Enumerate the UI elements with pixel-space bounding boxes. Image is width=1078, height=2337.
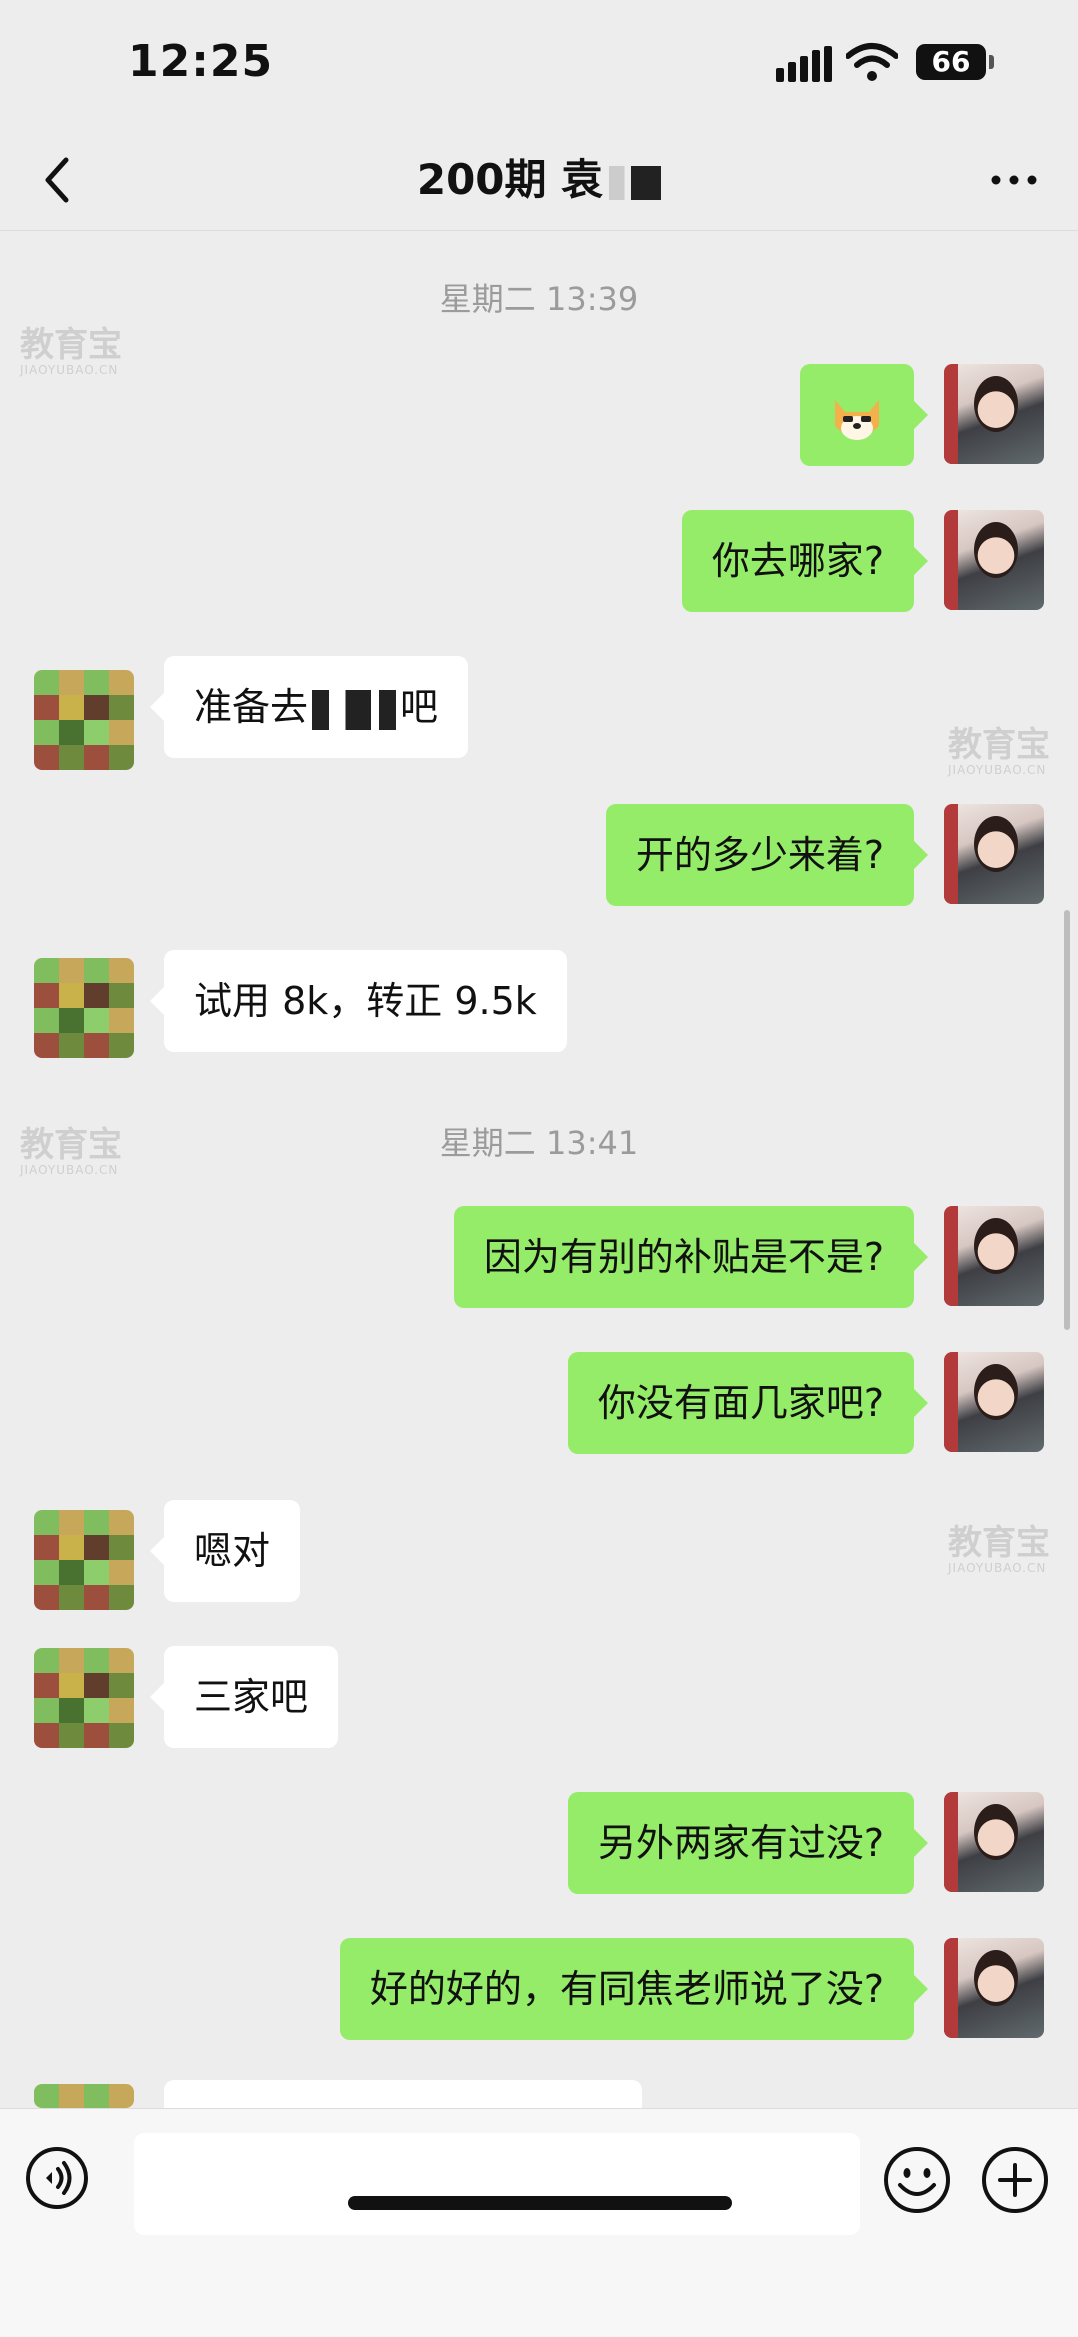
- signal-icon: [776, 46, 834, 82]
- my-avatar[interactable]: [944, 1206, 1044, 1306]
- my-avatar[interactable]: [944, 364, 1044, 464]
- my-avatar[interactable]: [944, 510, 1044, 610]
- watermark: 教育宝JIAOYUBAO.CN: [20, 325, 122, 377]
- my-avatar[interactable]: [944, 804, 1044, 904]
- chat-header: 200期 袁: [0, 130, 1078, 231]
- message-text: 准备去: [194, 685, 309, 729]
- contact-avatar[interactable]: [34, 670, 134, 770]
- message-bubble-out[interactable]: 开的多少来着?: [605, 804, 929, 906]
- timestamp: 星期二 13:39: [439, 280, 639, 318]
- watermark: 教育宝JIAOYUBAO.CN: [948, 1523, 1050, 1575]
- battery-indicator: 66: [916, 44, 986, 80]
- message-bubble-out[interactable]: 你没有面几家吧?: [567, 1352, 929, 1454]
- redacted-text-mark: [312, 689, 397, 730]
- more-icon[interactable]: [984, 150, 1044, 210]
- status-time: 12:25: [128, 36, 274, 87]
- message-bubble-in[interactable]: 准备去 吧: [149, 656, 469, 758]
- chat-title-text: 200期 袁: [416, 155, 604, 204]
- wifi-icon: [846, 43, 898, 81]
- watermark: 教育宝JIAOYUBAO.CN: [948, 725, 1050, 777]
- message-bubble-in[interactable]: 三家吧: [149, 1646, 339, 1748]
- my-avatar[interactable]: [944, 1792, 1044, 1892]
- message-bubble-out[interactable]: 你去哪家?: [681, 510, 929, 612]
- contact-avatar[interactable]: [34, 1648, 134, 1748]
- message-bubble-in[interactable]: 嗯对: [149, 1500, 301, 1602]
- battery-tip: [989, 55, 994, 69]
- message-text: 吧: [400, 685, 439, 729]
- watermark: 教育宝JIAOYUBAO.CN: [20, 1125, 122, 1177]
- input-bar: [0, 2108, 1078, 2337]
- my-avatar[interactable]: [944, 1938, 1044, 2038]
- status-bar: 12:25 66: [0, 0, 1078, 130]
- home-indicator[interactable]: [348, 2196, 732, 2210]
- timestamp: 星期二 13:41: [439, 1124, 639, 1162]
- my-avatar[interactable]: [944, 1352, 1044, 1452]
- emoji-icon[interactable]: [882, 2145, 952, 2215]
- contact-avatar[interactable]: [34, 2084, 134, 2108]
- chat-title: 200期 袁: [0, 150, 1078, 210]
- message-bubble-out[interactable]: [800, 364, 928, 466]
- message-bubble-in-partial[interactable]: [164, 2080, 642, 2108]
- plus-icon[interactable]: [980, 2145, 1050, 2215]
- message-bubble-out[interactable]: 另外两家有过没?: [567, 1792, 929, 1894]
- voice-icon[interactable]: [24, 2145, 90, 2211]
- message-bubble-out[interactable]: 因为有别的补贴是不是?: [453, 1206, 929, 1308]
- shiba-dog-emoji-icon: [835, 399, 879, 440]
- contact-avatar[interactable]: [34, 1510, 134, 1610]
- redacted-name-mark: [609, 165, 662, 200]
- scrollbar[interactable]: [1064, 910, 1070, 1330]
- contact-avatar[interactable]: [34, 958, 134, 1058]
- message-bubble-in[interactable]: 试用 8k，转正 9.5k: [150, 950, 567, 1052]
- message-bubble-out[interactable]: 好的好的，有同焦老师说了没?: [339, 1938, 929, 2040]
- message-input[interactable]: [134, 2133, 860, 2235]
